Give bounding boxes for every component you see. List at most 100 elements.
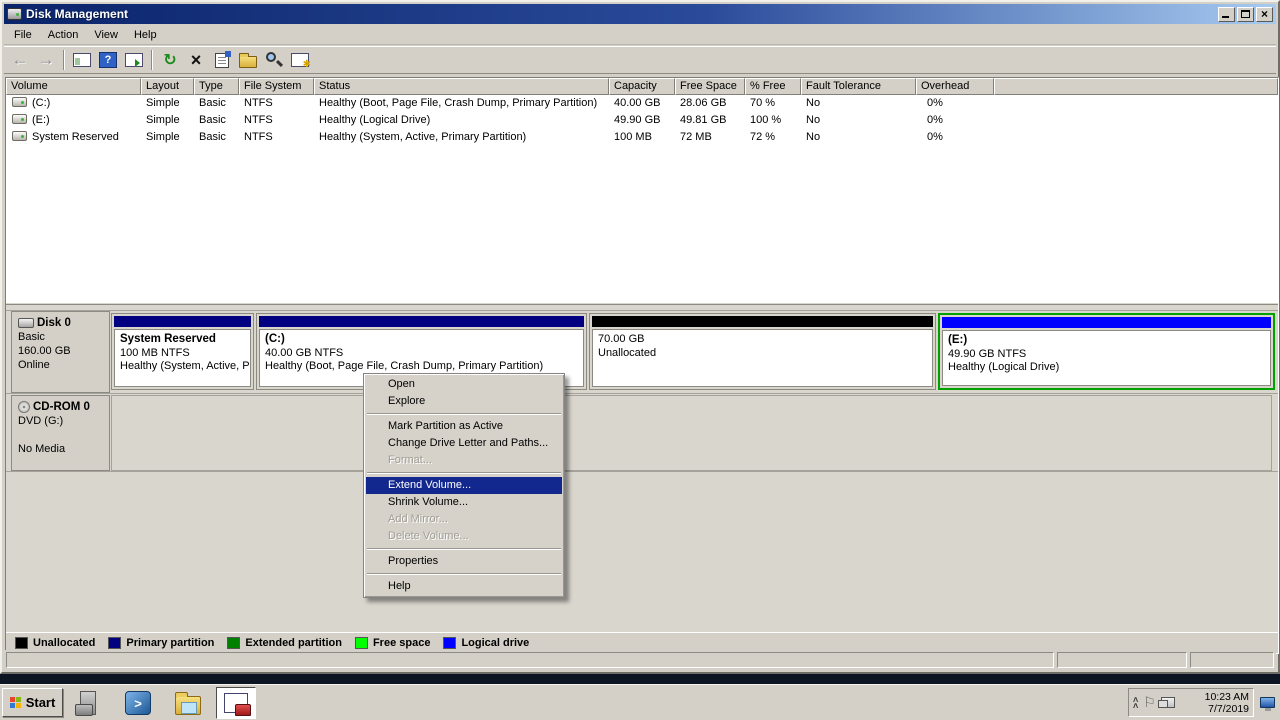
menu-item-extend-volume[interactable]: Extend Volume... [366,477,562,494]
tray-expand-chevron-icon[interactable]: ˄˄ [1133,697,1138,709]
taskbar-file-explorer[interactable] [172,689,204,717]
menu-item-mark-partition-active[interactable]: Mark Partition as Active [366,418,562,435]
delete-button[interactable]: × [184,48,208,72]
disk0-kind: Basic [18,330,103,344]
disk-management-window: Disk Management × File Action View Help … [0,0,1280,674]
minimize-button[interactable] [1218,7,1235,22]
column-header-pct-free[interactable]: % Free [745,78,801,95]
menu-file[interactable]: File [4,27,40,43]
menu-item-delete-volume: Delete Volume... [366,528,562,545]
toolbar: ← → ? ↻ × [4,46,1276,74]
title-bar[interactable]: Disk Management × [4,4,1276,24]
column-header-volume[interactable]: Volume [6,78,141,95]
system-tray: ˄˄ ⚐ 10:23 AM 7/7/2019 [1128,688,1254,717]
taskbar-server-manager[interactable] [72,689,104,717]
partition-unallocated[interactable]: 70.00 GB Unallocated [589,313,936,390]
zoom-button[interactable] [262,48,286,72]
show-action-pane-button[interactable] [122,48,146,72]
disk-management-icon [224,693,248,713]
menu-item-explore[interactable]: Explore [366,393,562,410]
column-header-type[interactable]: Type [194,78,239,95]
column-header-overhead[interactable]: Overhead [916,78,994,95]
taskbar-powershell[interactable]: > [122,689,154,717]
volume-icon [12,131,27,141]
toolbar-separator [63,50,65,70]
maximize-icon [1241,10,1250,18]
volume-list: Volume Layout Type File System Status Ca… [6,78,1278,303]
refresh-button[interactable]: ↻ [158,48,182,72]
cdrom-media-area[interactable] [111,395,1272,471]
menu-view[interactable]: View [86,27,126,43]
legend-swatch-primary [108,637,121,649]
disk0-info-panel[interactable]: Disk 0 Basic 160.00 GB Online [11,311,110,393]
open-folder-icon [239,56,257,68]
close-icon: × [1261,9,1268,19]
tray-clock[interactable]: 10:23 AM 7/7/2019 [1205,691,1249,715]
volume-rows: (C:) Simple Basic NTFS Healthy (Boot, Pa… [6,96,1278,303]
legend-swatch-logical [443,637,456,649]
close-button[interactable]: × [1256,7,1273,22]
column-header-fault-tolerance[interactable]: Fault Tolerance [801,78,916,95]
properties-icon [215,53,229,68]
action-center-flag-icon[interactable]: ⚐ [1143,694,1156,711]
show-desktop-button[interactable] [1257,690,1278,715]
start-button[interactable]: Start [2,688,63,717]
help-button[interactable]: ? [96,48,120,72]
window-title: Disk Management [26,7,128,21]
unallocated-bar [592,316,933,327]
minimize-icon [1222,16,1229,18]
table-row-system-reserved[interactable]: System Reserved Simple Basic NTFS Health… [6,130,1278,147]
disk0-label: Disk 0 [37,316,71,330]
disk0-state: Online [18,358,103,372]
forward-button[interactable]: → [34,48,58,72]
legend-swatch-extended [227,637,240,649]
menu-item-shrink-volume[interactable]: Shrink Volume... [366,494,562,511]
back-button[interactable]: ← [8,48,32,72]
maximize-button[interactable] [1237,7,1254,22]
table-row-c[interactable]: (C:) Simple Basic NTFS Healthy (Boot, Pa… [6,96,1278,113]
menu-separator [367,548,561,550]
taskbar: Start > ˄˄ ⚐ 10:23 AM 7/7/2019 [0,684,1280,720]
graphical-view: Disk 0 Basic 160.00 GB Online System Res… [6,304,1278,632]
menu-help[interactable]: Help [126,27,165,43]
menu-item-help[interactable]: Help [366,578,562,595]
partition-system-reserved[interactable]: System Reserved 100 MB NTFS Healthy (Sys… [111,313,254,390]
disk0-row: Disk 0 Basic 160.00 GB Online System Res… [6,310,1278,394]
column-header-free-space[interactable]: Free Space [675,78,745,95]
refresh-icon: ↻ [163,50,176,70]
column-header-capacity[interactable]: Capacity [609,78,675,95]
menu-item-change-drive-letter[interactable]: Change Drive Letter and Paths... [366,435,562,452]
back-icon: ← [12,50,29,70]
cdrom-state: No Media [18,442,103,456]
logical-drive-bar [942,317,1271,328]
cdrom-row: CD-ROM 0 DVD (G:) No Media [6,395,1278,472]
column-header-status[interactable]: Status [314,78,609,95]
network-icon[interactable] [1161,697,1175,708]
table-row-e[interactable]: (E:) Simple Basic NTFS Healthy (Logical … [6,113,1278,130]
desktop-icon [1260,697,1275,708]
open-button[interactable] [236,48,260,72]
wizard-button[interactable] [288,48,312,72]
menu-item-properties[interactable]: Properties [366,553,562,570]
forward-icon: → [38,50,55,70]
taskbar-disk-management-active[interactable] [216,687,256,719]
show-console-tree-button[interactable] [70,48,94,72]
properties-button[interactable] [210,48,234,72]
menu-item-format: Format... [366,452,562,469]
menu-bar: File Action View Help [4,25,1276,45]
legend-primary-partition: Primary partition [108,637,214,649]
clock-date: 7/7/2019 [1205,703,1249,715]
console-tree-icon [73,53,91,67]
column-header-layout[interactable]: Layout [141,78,194,95]
clock-time: 10:23 AM [1205,691,1249,703]
wizard-icon [291,53,309,67]
menu-item-open[interactable]: Open [366,376,562,393]
menu-action[interactable]: Action [40,27,87,43]
partition-e[interactable]: (E:) 49.90 GB NTFS Healthy (Logical Driv… [938,313,1275,390]
legend-unallocated: Unallocated [15,637,95,649]
app-icon [7,8,22,20]
menu-item-add-mirror: Add Mirror... [366,511,562,528]
action-pane-icon [125,53,143,67]
column-header-file-system[interactable]: File System [239,78,314,95]
cdrom-info-panel[interactable]: CD-ROM 0 DVD (G:) No Media [11,395,110,471]
